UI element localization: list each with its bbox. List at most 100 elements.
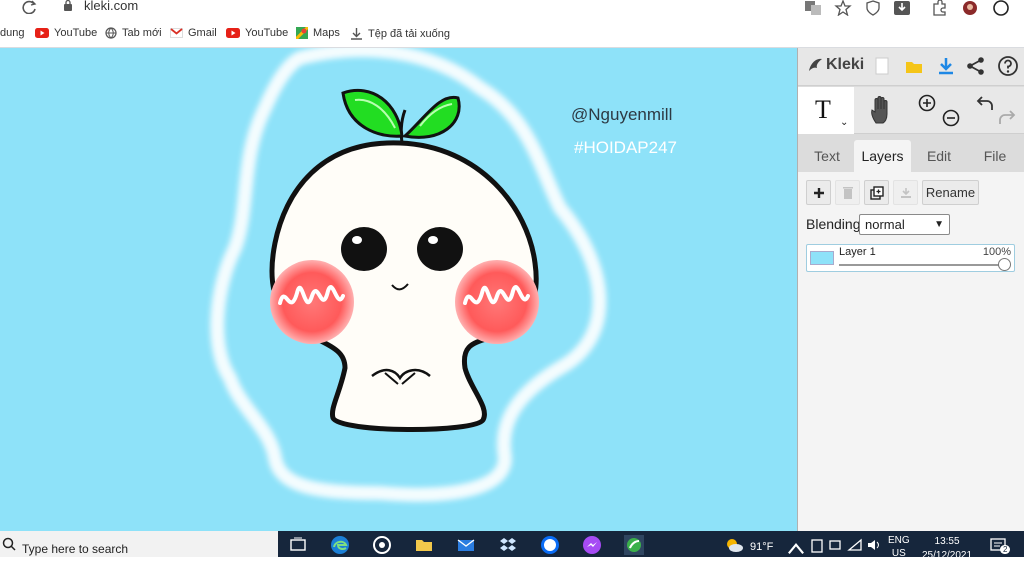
- youtube-icon: [35, 28, 49, 38]
- globe-icon: [105, 27, 117, 39]
- bookmark-label: dung: [0, 27, 25, 39]
- hand-tool-icon[interactable]: [868, 95, 896, 125]
- bookmark-label: Tệp đã tải xuống: [368, 27, 450, 40]
- tab-text[interactable]: Text: [801, 140, 853, 172]
- search-placeholder: Type here to search: [22, 542, 129, 556]
- zalo-icon[interactable]: [540, 535, 560, 555]
- sprout-leaf-left: [341, 88, 404, 138]
- bookmarks-bar: dung YouTube Tab mới Gmail YouTube Maps …: [0, 20, 1024, 48]
- clock-time: 13:55: [934, 536, 960, 547]
- task-view-icon[interactable]: [288, 535, 308, 555]
- layer-item[interactable]: Layer 1 100%: [806, 244, 1015, 272]
- menu-circle-icon[interactable]: [992, 0, 1010, 16]
- left-blush: [270, 260, 354, 344]
- bookmark-label: Tab mới: [122, 27, 162, 39]
- download-extension-icon[interactable]: [893, 0, 911, 16]
- gmail-icon: [170, 28, 183, 38]
- youtube-icon: [226, 28, 240, 38]
- system-clock[interactable]: 13:55 25/12/2021: [922, 535, 972, 563]
- tab-edit[interactable]: Edit: [912, 140, 966, 172]
- kleki-taskbar-icon[interactable]: [624, 535, 644, 555]
- right-eye: [417, 227, 463, 271]
- merge-down-button[interactable]: [893, 180, 918, 205]
- chevron-up-icon[interactable]: [786, 539, 806, 559]
- add-layer-button[interactable]: [806, 180, 831, 205]
- delete-layer-button[interactable]: [835, 180, 860, 205]
- open-folder-icon[interactable]: [903, 55, 925, 77]
- bookmark-item[interactable]: dung: [0, 27, 24, 39]
- opacity-slider-track[interactable]: [839, 264, 1005, 266]
- panel-header: Kleki: [798, 48, 1024, 86]
- browser-address-bar: kleki.com: [0, 0, 1024, 20]
- circle-app-icon[interactable]: [372, 535, 392, 555]
- kleki-logo[interactable]: Kleki: [806, 56, 864, 74]
- speaker-icon[interactable]: [865, 535, 885, 555]
- translate-icon[interactable]: [804, 0, 822, 16]
- tool-panel: Kleki T ⌄ Text Layers Edit File Rename B…: [797, 48, 1024, 531]
- windows-taskbar: Type here to search 91°F ENG US 13:55 25…: [0, 531, 1024, 561]
- tab-layers[interactable]: Layers: [854, 140, 911, 172]
- taskbar-search-box[interactable]: Type here to search: [0, 531, 278, 557]
- opacity-slider-handle[interactable]: [998, 258, 1011, 271]
- weather-temperature[interactable]: 91°F: [750, 541, 773, 553]
- extensions-icon[interactable]: [930, 0, 948, 16]
- wifi-icon[interactable]: [846, 535, 866, 555]
- file-explorer-icon[interactable]: [414, 535, 434, 555]
- kleki-logo-icon: [809, 58, 822, 71]
- mail-icon[interactable]: [456, 535, 476, 555]
- battery-icon[interactable]: [808, 535, 828, 555]
- lock-icon[interactable]: [63, 0, 73, 11]
- duplicate-layer-button[interactable]: [864, 180, 889, 205]
- undo-icon[interactable]: [976, 95, 994, 111]
- download-icon: [351, 28, 362, 40]
- text-tool-button[interactable]: T ⌄: [798, 87, 854, 134]
- help-icon[interactable]: [997, 55, 1019, 77]
- drawing-artwork: [210, 48, 607, 502]
- tab-file[interactable]: File: [967, 140, 1023, 172]
- tool-row: T ⌄: [798, 87, 1024, 134]
- merge-down-icon: [900, 187, 911, 198]
- maps-icon: [296, 27, 308, 39]
- bookmark-label: Gmail: [188, 27, 217, 39]
- drawing-canvas[interactable]: @Nguyenmill #HOIDAP247: [0, 48, 797, 531]
- share-icon[interactable]: [965, 55, 987, 77]
- bookmark-label: YouTube: [54, 27, 98, 39]
- bookmark-item[interactable]: Tệp đã tải xuống: [350, 27, 450, 40]
- rename-layer-button[interactable]: Rename: [922, 180, 979, 205]
- star-icon[interactable]: [834, 0, 852, 16]
- panel-tabs: Text Layers Edit File: [798, 140, 1024, 172]
- app-name: Kleki: [826, 56, 865, 73]
- language-code: ENG: [888, 535, 910, 546]
- bookmark-item[interactable]: Gmail: [170, 27, 217, 39]
- redo-icon[interactable]: [998, 109, 1016, 125]
- blending-mode-select[interactable]: normal ▼: [859, 214, 950, 235]
- bookmark-item[interactable]: Maps: [296, 27, 340, 39]
- bookmark-item[interactable]: YouTube: [35, 27, 97, 39]
- layers-panel: Rename Blending normal ▼ Layer 1 100%: [798, 172, 1024, 531]
- profile-avatar-icon[interactable]: [961, 0, 979, 16]
- reload-icon[interactable]: [22, 0, 38, 14]
- bookmark-label: Maps: [313, 27, 340, 39]
- notification-badge: 2: [1000, 545, 1011, 554]
- blending-label: Blending: [806, 216, 861, 232]
- zoom-out-icon[interactable]: [942, 109, 960, 127]
- messenger-icon[interactable]: [582, 535, 602, 555]
- bookmark-item[interactable]: YouTube: [226, 27, 288, 39]
- chevron-down-icon[interactable]: ⌄: [840, 117, 848, 128]
- save-download-icon[interactable]: [935, 55, 957, 77]
- network-icon[interactable]: [827, 535, 847, 555]
- duplicate-icon: [869, 185, 884, 200]
- language-indicator[interactable]: ENG US: [888, 534, 910, 560]
- bookmark-label: YouTube: [245, 27, 289, 39]
- edge-icon[interactable]: [330, 535, 350, 555]
- dropbox-icon[interactable]: [498, 535, 518, 555]
- address-url[interactable]: kleki.com: [84, 0, 138, 13]
- chevron-down-icon: ▼: [934, 219, 944, 230]
- layer-name: Layer 1: [839, 246, 876, 258]
- new-image-icon[interactable]: [871, 55, 893, 77]
- shield-icon[interactable]: [864, 0, 882, 16]
- layer-opacity-value: 100%: [982, 246, 1011, 258]
- blending-mode-value: normal: [865, 217, 905, 232]
- bookmark-item[interactable]: Tab mới: [105, 27, 162, 39]
- zoom-in-icon[interactable]: [918, 94, 936, 112]
